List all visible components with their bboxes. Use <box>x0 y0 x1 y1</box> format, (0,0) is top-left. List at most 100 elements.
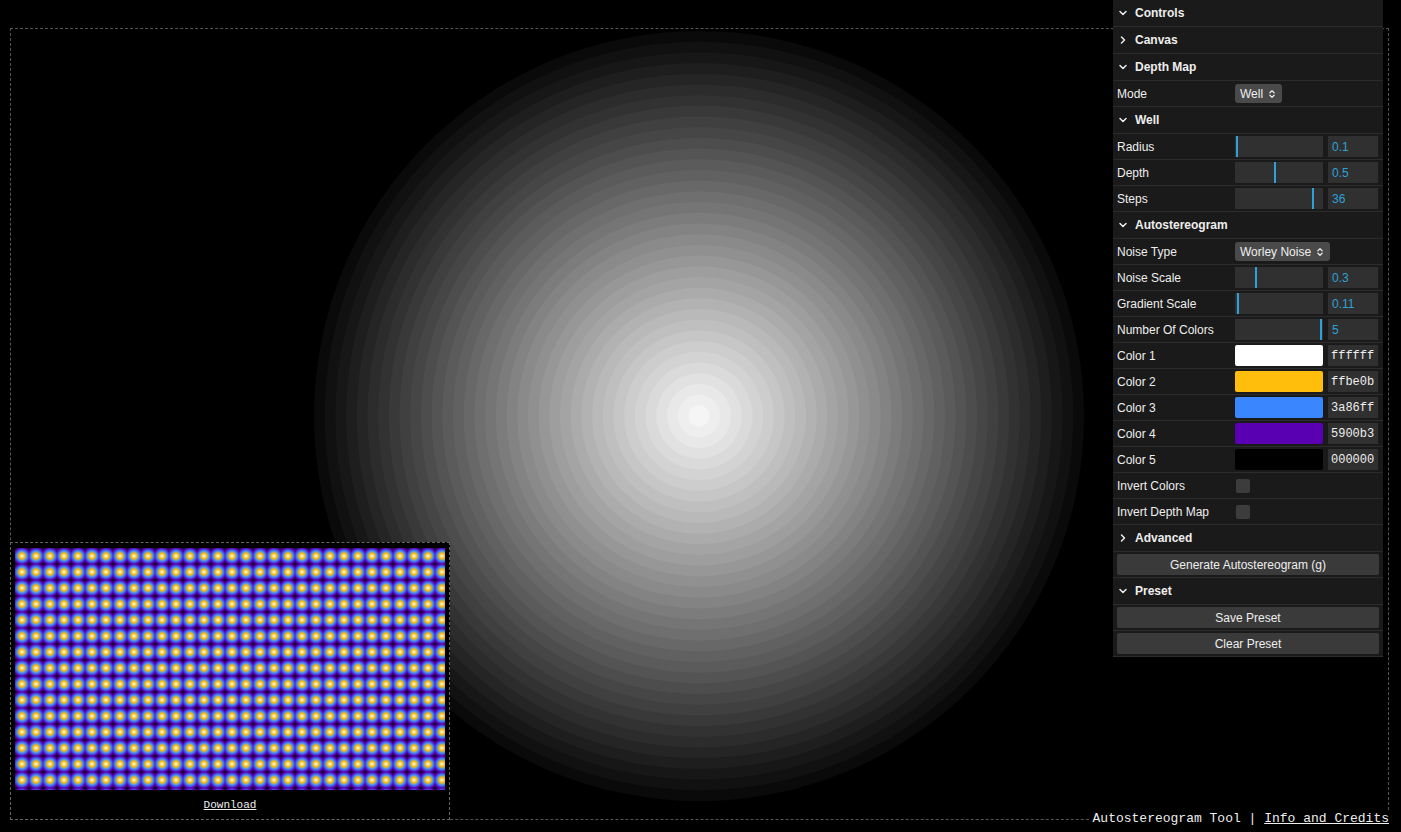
folder: Autostereogram Noise TypeWorley NoiseNois… <box>1113 212 1383 578</box>
number-field[interactable]: 36 <box>1328 188 1378 209</box>
number-field[interactable]: 0.5 <box>1328 162 1378 183</box>
color-control: ffbe0b <box>1235 371 1379 392</box>
select-arrows-icon <box>1267 89 1277 99</box>
number-field[interactable]: 0.3 <box>1328 267 1378 288</box>
depth-ring <box>474 191 923 640</box>
hex-field[interactable]: 3a86ff <box>1328 397 1378 418</box>
slider-control: 0.1 <box>1235 136 1379 157</box>
chevron-down-icon <box>1117 114 1129 126</box>
slider-control: 0.5 <box>1235 162 1379 183</box>
slider-row: Radius 0.1 <box>1113 134 1383 160</box>
color-row: Color 2 ffbe0b <box>1113 369 1383 395</box>
footer: Autostereogram Tool | Info and Credits <box>1089 811 1389 827</box>
slider-track[interactable] <box>1235 188 1323 209</box>
checkbox[interactable] <box>1236 479 1250 493</box>
depth-ring <box>357 74 1041 758</box>
folder: Depth Map ModeWell <box>1113 54 1383 107</box>
depth-ring <box>581 298 816 533</box>
folder-title: Well <box>1135 111 1159 129</box>
depth-ring <box>667 384 731 448</box>
slider-marker <box>1320 319 1322 340</box>
slider-marker <box>1255 267 1257 288</box>
folder-title: Depth Map <box>1135 58 1196 76</box>
folder-title: Autostereogram <box>1135 216 1228 234</box>
number-field[interactable]: 0.1 <box>1328 136 1378 157</box>
info-link[interactable]: Info and Credits <box>1264 811 1389 826</box>
folder: Well Radius 0.1 Depth 0.5 Steps 36 <box>1113 107 1383 212</box>
row-label: Noise Type <box>1117 243 1235 261</box>
folder-title: Controls <box>1135 4 1184 22</box>
advanced-folder[interactable]: Advanced <box>1113 525 1383 552</box>
folder-header[interactable]: Canvas <box>1113 27 1383 54</box>
color-swatch[interactable] <box>1235 371 1323 392</box>
color-row: Color 1 ffffff <box>1113 343 1383 369</box>
color-swatch[interactable] <box>1235 345 1323 366</box>
row-label: Invert Colors <box>1117 477 1235 495</box>
action-button[interactable]: Generate Autostereogram (g) <box>1117 554 1379 575</box>
action-button[interactable]: Save Preset <box>1117 607 1379 628</box>
slider-track[interactable] <box>1235 136 1323 157</box>
slider-track[interactable] <box>1235 267 1323 288</box>
number-field[interactable]: 5 <box>1328 319 1378 340</box>
slider-track[interactable] <box>1235 293 1323 314</box>
folder-header[interactable]: Autostereogram <box>1113 212 1383 239</box>
select-row: Noise TypeWorley Noise <box>1113 239 1383 265</box>
button-row: Generate Autostereogram (g) <box>1113 552 1383 578</box>
depth-ring <box>517 234 881 598</box>
select-arrows-icon <box>1315 247 1325 257</box>
row-label: Number Of Colors <box>1117 321 1235 339</box>
slider-control: 0.11 <box>1235 293 1379 314</box>
slider-track[interactable] <box>1235 162 1323 183</box>
select[interactable]: Well <box>1235 84 1282 103</box>
depth-ring <box>571 288 828 545</box>
depth-ring <box>410 127 988 705</box>
row-label: Color 1 <box>1117 347 1235 365</box>
autostereogram-image <box>15 548 445 790</box>
color-swatch[interactable] <box>1235 397 1323 418</box>
depth-ring <box>678 395 721 438</box>
slider-marker <box>1236 136 1238 157</box>
depth-ring <box>346 63 1052 769</box>
row-label: Mode <box>1117 85 1235 103</box>
folder-header[interactable]: Depth Map <box>1113 54 1383 81</box>
select[interactable]: Worley Noise <box>1235 242 1330 261</box>
folder-title: Canvas <box>1135 31 1178 49</box>
controls-title[interactable]: Controls <box>1113 0 1383 27</box>
color-swatch[interactable] <box>1235 423 1323 444</box>
depth-ring <box>453 170 945 662</box>
row-label: Radius <box>1117 138 1235 156</box>
row-label: Depth <box>1117 164 1235 182</box>
slider-row: Steps 36 <box>1113 186 1383 212</box>
depth-ring <box>432 149 967 684</box>
checkbox[interactable] <box>1236 505 1250 519</box>
slider-track[interactable] <box>1235 319 1323 340</box>
depth-ring <box>496 213 902 619</box>
row-label: Invert Depth Map <box>1117 503 1235 521</box>
slider-control: 36 <box>1235 188 1379 209</box>
preview-box: Download <box>10 542 450 820</box>
row-label: Color 2 <box>1117 373 1235 391</box>
hex-field[interactable]: 5900b3 <box>1328 423 1378 444</box>
download-link[interactable]: Download <box>204 797 257 814</box>
hex-field[interactable]: ffffff <box>1328 345 1378 366</box>
number-field[interactable]: 0.11 <box>1328 293 1378 314</box>
depth-ring <box>400 117 999 716</box>
row-label: Gradient Scale <box>1117 295 1235 313</box>
row-label: Steps <box>1117 190 1235 208</box>
hex-field[interactable]: ffbe0b <box>1328 371 1378 392</box>
slider-row: Gradient Scale 0.11 <box>1113 291 1383 317</box>
chevron-down-icon <box>1117 61 1129 73</box>
color-swatch[interactable] <box>1235 449 1323 470</box>
hex-field[interactable]: 000000 <box>1328 449 1378 470</box>
action-button[interactable]: Clear Preset <box>1117 633 1379 654</box>
slider-marker <box>1312 188 1314 209</box>
depth-ring <box>389 106 1009 726</box>
row-label: Color 4 <box>1117 425 1235 443</box>
slider-row: Depth 0.5 <box>1113 160 1383 186</box>
folder-header[interactable]: Well <box>1113 107 1383 134</box>
depth-ring <box>421 138 977 694</box>
folder-header[interactable]: Preset <box>1113 578 1383 605</box>
slider-row: Number Of Colors 5 <box>1113 317 1383 343</box>
depth-ring <box>656 373 742 459</box>
button-row: Save Preset <box>1113 605 1383 631</box>
